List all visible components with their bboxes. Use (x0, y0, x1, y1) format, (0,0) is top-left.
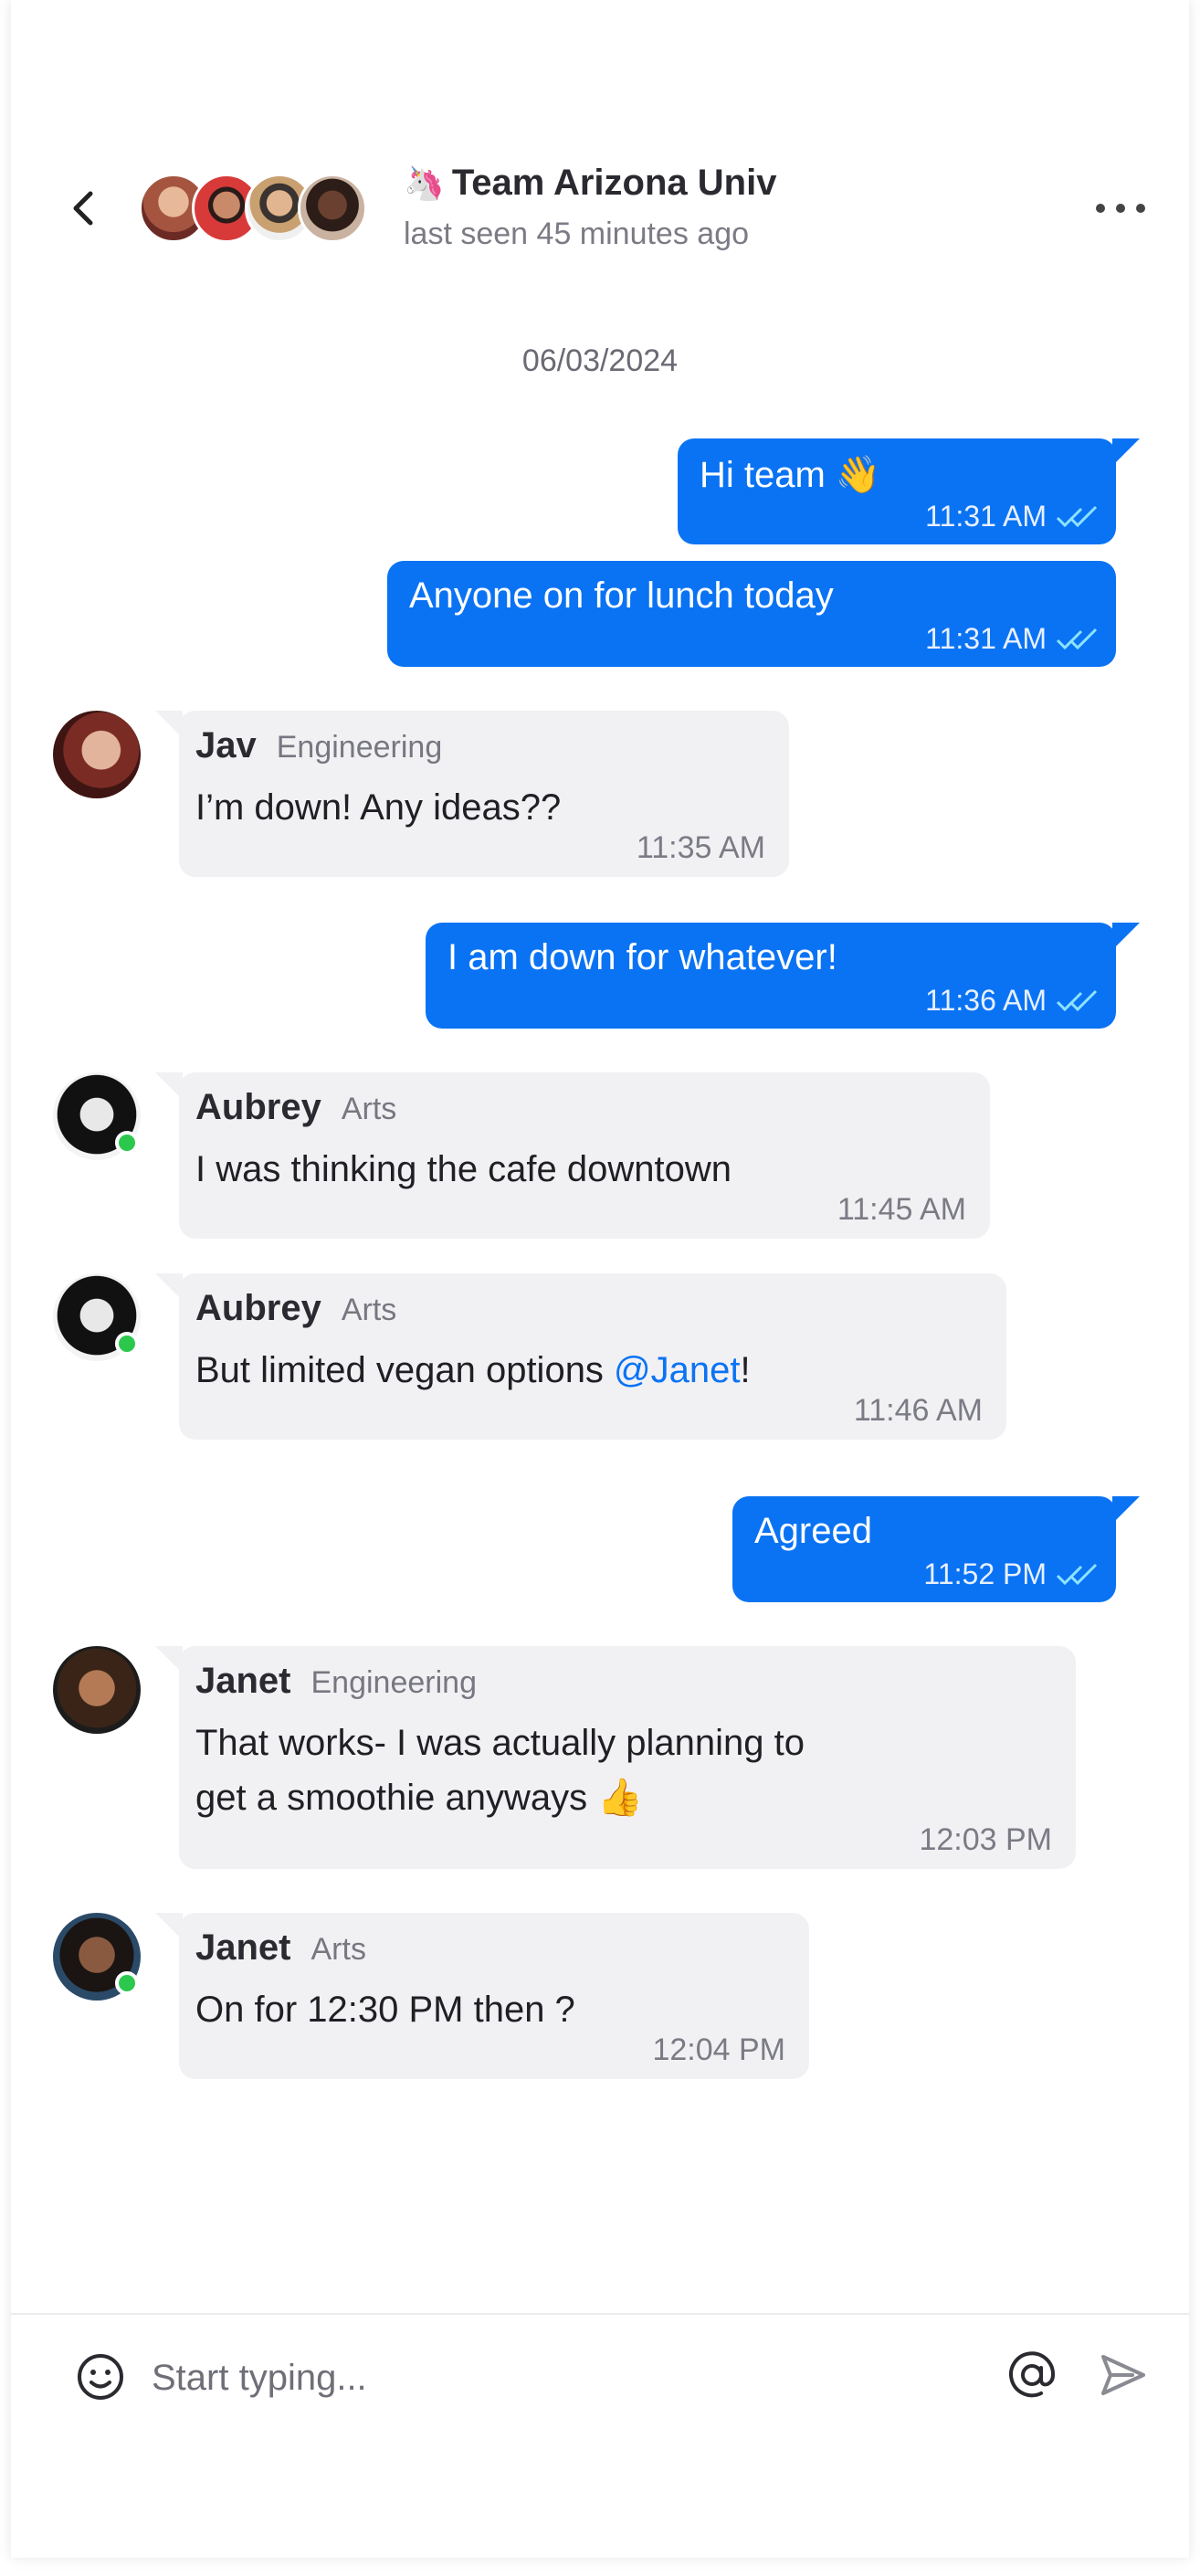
double-check-icon (1056, 505, 1098, 527)
message-time: 11:52 PM (923, 1557, 1047, 1590)
mention-button[interactable] (1005, 2348, 1059, 2402)
outgoing-message[interactable]: I am down for whatever! 11:36 AM (426, 923, 1140, 1029)
chat-header: 🦄 Team Arizona Univ last seen 45 minutes… (11, 137, 1189, 283)
incoming-message[interactable]: Aubrey Arts But limited vegan options @Ja… (155, 1273, 1006, 1440)
message-text: But limited vegan options @Janet! (195, 1350, 751, 1390)
smiley-icon (78, 2354, 123, 2400)
double-check-icon (1056, 1563, 1098, 1585)
avatar (298, 174, 367, 243)
user-mention[interactable]: @Janet (614, 1350, 740, 1390)
message-time: 12:03 PM (919, 1822, 1052, 1857)
group-name: Team Arizona Univ (451, 163, 777, 203)
sender-department: Arts (341, 1092, 397, 1126)
message-meta: 11:31 AM (925, 622, 1101, 656)
message-meta: 11:31 AM (925, 500, 1101, 533)
incoming-message[interactable]: Jav Engineering I’m down! Any ideas?? 11:… (155, 711, 789, 877)
chevron-left-icon (73, 191, 93, 226)
double-check-icon (1056, 989, 1098, 1011)
message-text: Anyone on for lunch today (409, 575, 834, 616)
message-meta: 11:36 AM (925, 984, 1101, 1018)
outgoing-message[interactable]: Hi team 👋 11:31 AM (678, 438, 1140, 544)
sender-department: Arts (341, 1293, 397, 1327)
message-time: 11:31 AM (925, 622, 1047, 655)
sender-department: Engineering (311, 1665, 477, 1700)
send-button[interactable] (1096, 2348, 1151, 2402)
online-indicator (115, 1332, 139, 1356)
last-seen-status: last seen 45 minutes ago (404, 216, 750, 251)
message-text: I’m down! Any ideas?? (195, 787, 562, 828)
message-input[interactable] (152, 2346, 974, 2410)
chat-title: 🦄 Team Arizona Univ (404, 163, 776, 204)
double-check-icon (1056, 628, 1098, 649)
send-icon (1101, 2355, 1145, 2395)
message-composer (11, 2313, 1189, 2459)
more-options-button[interactable] (1089, 190, 1153, 227)
message-text: That works- I was actually planning to g… (195, 1723, 805, 1818)
message-text: Agreed (754, 1511, 872, 1551)
message-time: 11:36 AM (925, 984, 1047, 1017)
emoji-button[interactable] (75, 2351, 126, 2402)
message-time: 11:46 AM (853, 1393, 983, 1428)
message-meta: 11:52 PM (923, 1557, 1101, 1591)
message-text: I was thinking the cafe downtown (195, 1149, 732, 1189)
sender-name: Aubrey Arts (195, 1288, 397, 1328)
message-time: 11:45 AM (837, 1192, 966, 1227)
online-indicator (115, 1971, 139, 1995)
message-time: 12:04 PM (652, 2032, 785, 2067)
message-text: On for 12:30 PM then ? (195, 1990, 575, 2030)
message-text: Hi team 👋 (700, 455, 881, 495)
message-text: I am down for whatever! (447, 937, 837, 977)
sender-name: Aubrey Arts (195, 1087, 397, 1127)
incoming-message[interactable]: Janet Engineering That works- I was actua… (155, 1646, 1076, 1869)
incoming-message[interactable]: Aubrey Arts I was thinking the cafe downt… (155, 1072, 990, 1239)
chat-screen: 🦄 Team Arizona Univ last seen 45 minutes… (11, 0, 1189, 2558)
message-time: 11:31 AM (925, 500, 1047, 533)
incoming-message[interactable]: Janet Arts On for 12:30 PM then ? 12:04 P… (155, 1913, 809, 2079)
sender-department: Engineering (276, 730, 443, 765)
unicorn-icon: 🦄 (404, 164, 445, 202)
online-indicator (115, 1131, 139, 1155)
outgoing-message[interactable]: Anyone on for lunch today 11:31 AM (387, 561, 1116, 667)
outgoing-message[interactable]: Agreed 11:52 PM (732, 1496, 1140, 1602)
back-button[interactable] (57, 181, 111, 236)
chat-title-area[interactable]: 🦄 Team Arizona Univ last seen 45 minutes… (404, 163, 776, 252)
avatar[interactable] (53, 1646, 141, 1734)
sender-name: Janet Arts (195, 1927, 366, 1968)
at-sign-icon (1009, 2351, 1056, 2398)
sender-name: Janet Engineering (195, 1661, 477, 1701)
message-time: 11:35 AM (636, 830, 765, 865)
sender-name: Jav Engineering (195, 725, 443, 765)
group-avatars[interactable] (139, 174, 376, 247)
avatar[interactable] (53, 711, 141, 798)
sender-department: Arts (311, 1932, 366, 1967)
more-horizontal-icon (1096, 204, 1145, 213)
date-separator: 06/03/2024 (521, 343, 679, 378)
